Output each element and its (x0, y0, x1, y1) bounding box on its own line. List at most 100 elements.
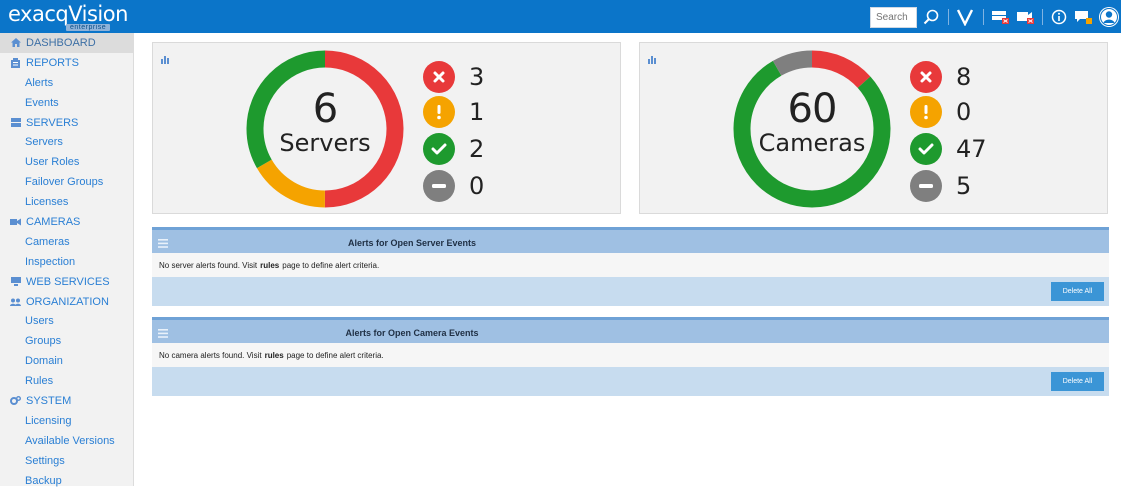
toolbar-divider (948, 9, 949, 25)
sidebar-item-label: Available Versions (25, 434, 115, 447)
delete-all-server-alerts-button[interactable]: Delete All (1051, 282, 1104, 301)
sidebar-item-label: SERVERS (26, 116, 79, 129)
bar-chart-icon[interactable] (161, 51, 171, 69)
sidebar-item-label: Inspection (25, 255, 76, 268)
sidebar-item-system[interactable]: SYSTEM (0, 391, 133, 411)
rules-link[interactable]: rules (260, 261, 279, 270)
sidebar-item-label: Users (25, 315, 54, 328)
info-icon[interactable] (1049, 5, 1069, 29)
sidebar-item-settings[interactable]: Settings (0, 451, 133, 471)
camera-alerts-title: Alerts for Open Camera Events (345, 328, 479, 338)
cameras-warning-count: 0 (956, 98, 972, 126)
server-alerts-title: Alerts for Open Server Events (347, 238, 477, 248)
servers-disabled-stat[interactable]: 0 (423, 169, 484, 203)
sidebar-item-dashboard[interactable]: DASHBOARD (0, 33, 133, 53)
camera-alerts-header: Alerts for Open Camera Events (152, 317, 1109, 343)
gears-icon (10, 396, 21, 406)
app-logo-edition: enterprise (66, 24, 111, 31)
sidebar-item-label: Backup (25, 474, 62, 487)
cameras-ok-stat[interactable]: 47 (910, 132, 987, 166)
sidebar-item-label: Rules (25, 375, 54, 388)
sidebar-item-alerts[interactable]: Alerts (0, 73, 133, 93)
servers-label: Servers (279, 129, 371, 157)
sidebar-item-servers[interactable]: SERVERS (0, 113, 133, 133)
error-icon (423, 61, 455, 93)
sidebar-nav: DASHBOARD REPORTS Alerts Events SERVERS Serve… (0, 33, 134, 487)
sidebar-item-domain[interactable]: Domain (0, 351, 133, 371)
servers-disabled-count: 0 (469, 172, 485, 200)
sidebar-item-groups[interactable]: Groups (0, 331, 133, 351)
sidebar-item-label: ORGANIZATION (26, 295, 109, 308)
message-text: page to define alert criteria. (286, 350, 384, 360)
servers-error-stat[interactable]: 3 (423, 60, 484, 94)
error-icon (910, 61, 942, 93)
sidebar-item-available-versions[interactable]: Available Versions (0, 431, 133, 451)
sidebar-item-reports[interactable]: REPORTS (0, 53, 133, 73)
sidebar-item-label: CAMERAS (26, 215, 81, 228)
warning-icon (423, 96, 455, 128)
camera-alert-icon[interactable] (1015, 5, 1037, 29)
sidebar-item-label: Alerts (25, 76, 54, 89)
sidebar-item-licenses[interactable]: Licenses (0, 192, 133, 212)
delete-all-camera-alerts-button[interactable]: Delete All (1051, 372, 1104, 391)
user-avatar-icon[interactable] (1098, 5, 1120, 29)
message-text: page to define alert criteria. (282, 260, 380, 270)
vision-icon[interactable] (955, 5, 975, 29)
sidebar-item-cameras[interactable]: Cameras (0, 232, 133, 252)
sidebar-item-users[interactable]: Users (0, 311, 133, 331)
message-text: No camera alerts found. Visit (159, 350, 262, 360)
sidebar-item-web-services[interactable]: WEB SERVICES (0, 272, 133, 292)
cameras-total: 60 (787, 86, 838, 132)
cameras-disabled-stat[interactable]: 5 (910, 169, 971, 203)
servers-summary-panel: 6 Servers 3 1 2 0 (152, 42, 621, 214)
cameras-error-stat[interactable]: 8 (910, 60, 971, 94)
server-alerts-section: Alerts for Open Server Events No server … (152, 227, 1109, 306)
servers-icon (10, 118, 21, 128)
toolbar-divider (983, 9, 984, 25)
camera-icon (10, 217, 21, 227)
cameras-ok-count: 47 (956, 135, 987, 163)
app-logo[interactable]: exacqVision (8, 3, 128, 25)
rules-link[interactable]: rules (265, 351, 284, 360)
web-services-icon (10, 277, 21, 287)
top-bar: exacqVision enterprise (0, 0, 1121, 33)
sidebar-item-label: REPORTS (26, 56, 79, 69)
sidebar-item-user-roles[interactable]: User Roles (0, 152, 133, 172)
servers-warning-stat[interactable]: 1 (423, 95, 484, 129)
server-alerts-header: Alerts for Open Server Events (152, 227, 1109, 253)
search-icon[interactable] (921, 5, 941, 29)
disabled-icon (910, 170, 942, 202)
chat-icon[interactable] (1073, 5, 1095, 29)
sidebar-item-cameras[interactable]: CAMERAS (0, 212, 133, 232)
server-alerts-footer: Delete All (152, 277, 1109, 306)
servers-ok-stat[interactable]: 2 (423, 132, 484, 166)
server-alert-icon[interactable] (990, 5, 1012, 29)
sidebar-item-inspection[interactable]: Inspection (0, 252, 133, 272)
check-icon (423, 133, 455, 165)
sidebar-item-label: WEB SERVICES (26, 275, 110, 288)
camera-alerts-footer: Delete All (152, 367, 1109, 396)
sidebar-item-label: SYSTEM (26, 394, 72, 407)
cameras-error-count: 8 (956, 63, 972, 91)
sidebar-item-failover-groups[interactable]: Failover Groups (0, 172, 133, 192)
bar-chart-icon[interactable] (648, 51, 658, 69)
sidebar-item-label: Settings (25, 454, 65, 467)
search-input[interactable] (870, 7, 917, 28)
sidebar-item-licensing[interactable]: Licensing (0, 411, 133, 431)
sidebar-item-organization[interactable]: ORGANIZATION (0, 292, 133, 312)
check-icon (910, 133, 942, 165)
sidebar-item-label: Events (25, 96, 59, 109)
warning-icon (910, 96, 942, 128)
sidebar-item-servers[interactable]: Servers (0, 132, 133, 152)
sidebar-item-label: Licensing (25, 414, 72, 427)
sidebar-item-backup[interactable]: Backup (0, 471, 133, 490)
sidebar-item-rules[interactable]: Rules (0, 371, 133, 391)
cameras-disabled-count: 5 (956, 172, 972, 200)
organization-icon (10, 297, 21, 307)
servers-ok-count: 2 (469, 135, 485, 163)
sidebar-item-label: Failover Groups (25, 176, 104, 189)
sidebar-item-events[interactable]: Events (0, 93, 133, 113)
cameras-warning-stat[interactable]: 0 (910, 95, 971, 129)
sidebar-item-label: Domain (25, 355, 63, 368)
camera-alerts-section: Alerts for Open Camera Events No camera … (152, 317, 1109, 396)
